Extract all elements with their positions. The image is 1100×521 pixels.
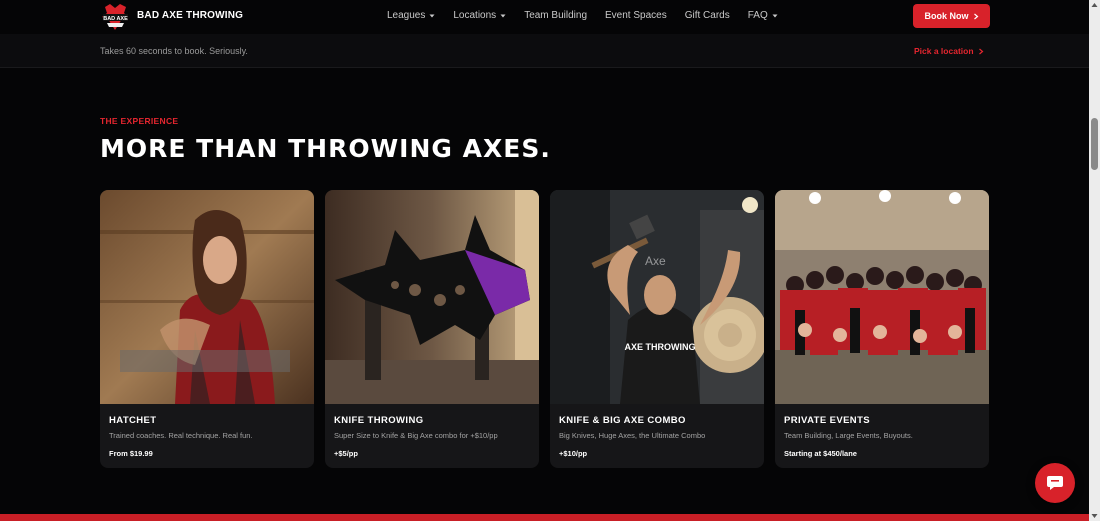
card-description: Super Size to Knife & Big Axe combo for …	[334, 431, 498, 440]
book-now-label: Book Now	[924, 11, 969, 21]
card-title: PRIVATE EVENTS	[784, 415, 871, 426]
nav-item-label: Event Spaces	[605, 10, 667, 21]
chevron-down-icon	[500, 14, 506, 17]
main-nav: Leagues Locations Team Building Event Sp…	[387, 10, 796, 21]
card-title: KNIFE THROWING	[334, 415, 424, 426]
nav-item-faq[interactable]: FAQ	[748, 10, 778, 21]
chat-bubble-icon	[1047, 476, 1063, 490]
pick-location-link[interactable]: Pick a location	[914, 46, 984, 56]
nav-item-leagues[interactable]: Leagues	[387, 10, 435, 21]
card-knife-throwing[interactable]: KNIFE THROWING Super Size to Knife & Big…	[325, 190, 539, 468]
card-price: +$5/pp	[334, 449, 358, 458]
section-eyebrow: THE EXPERIENCE	[100, 116, 179, 126]
hatchet-photo	[100, 190, 314, 404]
card-description: Team Building, Large Events, Buyouts.	[784, 431, 913, 440]
card-price: From $19.99	[109, 449, 153, 458]
scroll-up-arrow-icon[interactable]	[1091, 2, 1098, 8]
card-description: Big Knives, Huge Axes, the Ultimate Comb…	[559, 431, 706, 440]
chevron-down-icon	[772, 14, 778, 17]
card-hatchet[interactable]: HATCHET Trained coaches. Real technique.…	[100, 190, 314, 468]
chevron-down-icon	[429, 14, 435, 17]
scrollbar-track[interactable]	[1089, 0, 1100, 521]
nav-item-label: Leagues	[387, 10, 426, 21]
group-photo	[775, 190, 989, 404]
wall-sign: Axe	[645, 254, 666, 268]
section-headline: MORE THAN THROWING AXES.	[100, 134, 551, 163]
chevron-right-icon	[973, 13, 978, 19]
top-navigation: BAD AXE BAD AXE THROWING Leagues Locatio…	[0, 0, 1089, 34]
card-private-events[interactable]: PRIVATE EVENTS Team Building, Large Even…	[775, 190, 989, 468]
nav-item-gift-cards[interactable]: Gift Cards	[685, 10, 730, 21]
chevron-right-icon	[978, 48, 983, 54]
chat-button[interactable]	[1035, 463, 1075, 503]
booking-promo-bar: Takes 60 seconds to book. Seriously. Pic…	[0, 34, 1089, 68]
card-price: Starting at $450/lane	[784, 449, 857, 458]
card-description: Trained coaches. Real technique. Real fu…	[109, 431, 253, 440]
card-price: +$10/pp	[559, 449, 588, 458]
scrollbar-thumb[interactable]	[1091, 118, 1098, 170]
pick-location-label: Pick a location	[914, 46, 974, 56]
logo-wordmark: BAD AXE	[103, 16, 128, 22]
brand-logo[interactable]: BAD AXE	[100, 3, 131, 31]
big-axe-photo: AXE THROWING Axe	[550, 190, 764, 404]
book-now-button[interactable]: Book Now	[913, 4, 990, 28]
nav-item-label: FAQ	[747, 10, 768, 21]
promo-text: Takes 60 seconds to book. Seriously.	[100, 46, 248, 56]
nav-item-team-building[interactable]: Team Building	[524, 10, 587, 21]
nav-item-label: Team Building	[524, 10, 587, 21]
scroll-down-arrow-icon[interactable]	[1091, 513, 1098, 519]
card-title: HATCHET	[109, 415, 157, 426]
nav-item-label: Locations	[453, 10, 497, 21]
experience-cards: HATCHET Trained coaches. Real technique.…	[100, 190, 989, 468]
card-knife-big-axe-combo[interactable]: AXE THROWING Axe KNIFE & BIG AXE COMBO B…	[550, 190, 764, 468]
shirt-print: AXE THROWING	[625, 342, 696, 352]
nav-item-event-spaces[interactable]: Event Spaces	[605, 10, 667, 21]
nav-item-label: Gift Cards	[684, 10, 730, 21]
brand-name[interactable]: BAD AXE THROWING	[137, 10, 243, 21]
throwing-star-photo	[325, 190, 539, 404]
nav-item-locations[interactable]: Locations	[453, 10, 506, 21]
card-title: KNIFE & BIG AXE COMBO	[559, 415, 686, 426]
footer-accent-bar	[0, 514, 1089, 521]
